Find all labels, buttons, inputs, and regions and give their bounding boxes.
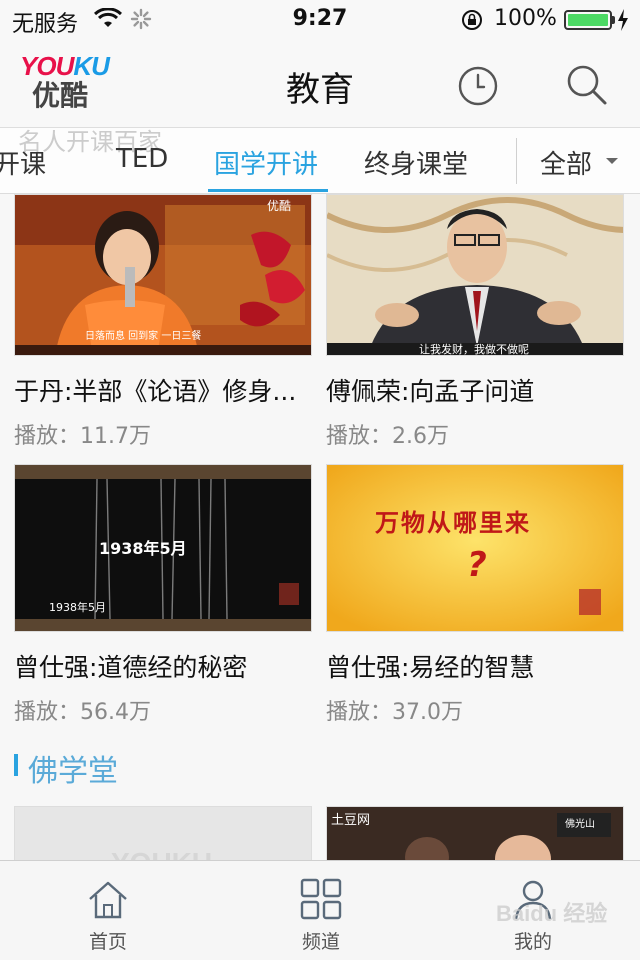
battery-fill	[568, 14, 608, 26]
charging-bolt-icon	[617, 9, 629, 35]
tab-lifelong[interactable]: 终身课堂	[364, 144, 468, 181]
nav-bar: YOUKU 优酷 教育	[0, 40, 640, 128]
logo-ku-part: KU	[73, 51, 110, 81]
bottom-tab-label: 我的	[513, 931, 552, 953]
play-count: 播放：56.4万	[14, 700, 151, 725]
logo-you-part: YOU	[20, 51, 74, 81]
battery-tip	[612, 16, 615, 24]
thumb-caption: 1938年5月	[49, 601, 106, 614]
thumb-text: 1938年5月	[99, 539, 187, 558]
bottom-tab-channels[interactable]: 频道	[261, 861, 381, 960]
thumb-mark: ?	[467, 545, 487, 585]
rotation-lock-icon	[460, 8, 484, 36]
video-thumbnail[interactable]: 1938年5月 1938年5月	[14, 464, 312, 632]
video-title[interactable]: 曾仕强:道德经的秘密	[14, 648, 312, 684]
thumb-text: 万物从哪里来	[375, 508, 531, 537]
thumb-logo: 优酷	[267, 199, 292, 213]
activity-spinner-icon	[130, 8, 152, 34]
video-thumbnail[interactable]: 万物从哪里来 ?	[326, 464, 624, 632]
carrier-label: 无服务	[12, 12, 79, 37]
grid-icon	[300, 878, 342, 920]
search-icon	[567, 65, 607, 105]
video-feed[interactable]: 优酷 日落而息 回到家 一日三餐 于丹:半部《论语》修身... 播放：11.7万	[0, 194, 640, 860]
video-thumbnail[interactable]: 土豆网 佛光山	[326, 806, 624, 860]
video-title[interactable]: 傅佩荣:向孟子问道	[326, 372, 624, 408]
video-title[interactable]: 曾仕强:易经的智慧	[326, 648, 624, 684]
bottom-tab-label: 频道	[301, 931, 340, 953]
section-title[interactable]: 佛学堂	[28, 746, 118, 790]
active-tab-indicator	[208, 189, 328, 192]
play-count: 播放：2.6万	[326, 424, 449, 449]
play-count: 播放：37.0万	[326, 700, 463, 725]
thumb-logo: 土豆网	[331, 813, 371, 828]
battery-icon	[564, 10, 612, 30]
video-thumbnail[interactable]: YOUKU	[14, 806, 312, 860]
clock-icon	[458, 66, 498, 106]
home-icon	[89, 881, 127, 919]
youku-logo[interactable]: YOUKU 优酷	[20, 52, 110, 116]
all-categories-dropdown[interactable]: 全部	[540, 144, 592, 181]
section-accent-bar	[14, 754, 18, 776]
video-thumbnail[interactable]: 让我发财，我做不做呢	[326, 194, 624, 356]
bottom-tab-mine[interactable]: 我的	[473, 861, 593, 960]
search-button[interactable]	[564, 62, 610, 108]
history-button[interactable]	[456, 64, 500, 108]
placeholder-logo: YOUKU	[111, 847, 212, 860]
tab-ted[interactable]: TED	[116, 144, 168, 174]
thumb-caption: 日落而息 回到家 一日三餐	[85, 331, 202, 342]
battery-percent: 100%	[494, 6, 557, 31]
user-icon	[514, 880, 552, 920]
video-thumbnail[interactable]: 优酷 日落而息 回到家 一日三餐	[14, 194, 312, 356]
wifi-icon	[93, 7, 123, 34]
status-bar: 无服务 9:27 100%	[0, 0, 640, 40]
bottom-tab-label: 首页	[88, 931, 127, 953]
chevron-down-icon	[606, 158, 618, 164]
category-tabs: 名人开课百家 开课 TED 国学开讲 终身课堂 全部	[0, 128, 640, 194]
play-count: 播放：11.7万	[14, 424, 151, 449]
tab-guoxue[interactable]: 国学开讲	[214, 144, 318, 181]
bottom-tab-home[interactable]: 首页	[48, 861, 168, 960]
tab-divider	[516, 138, 517, 184]
logo-latin: YOUKU	[20, 52, 110, 80]
logo-chinese: 优酷	[32, 79, 89, 112]
thumb-badge: 佛光山	[565, 819, 595, 830]
thumb-caption: 让我发财，我做不做呢	[419, 343, 529, 356]
tab-open-course[interactable]: 开课	[0, 144, 46, 181]
video-title[interactable]: 于丹:半部《论语》修身...	[14, 372, 312, 408]
bottom-tab-bar: 首页 频道 我的	[0, 860, 640, 960]
